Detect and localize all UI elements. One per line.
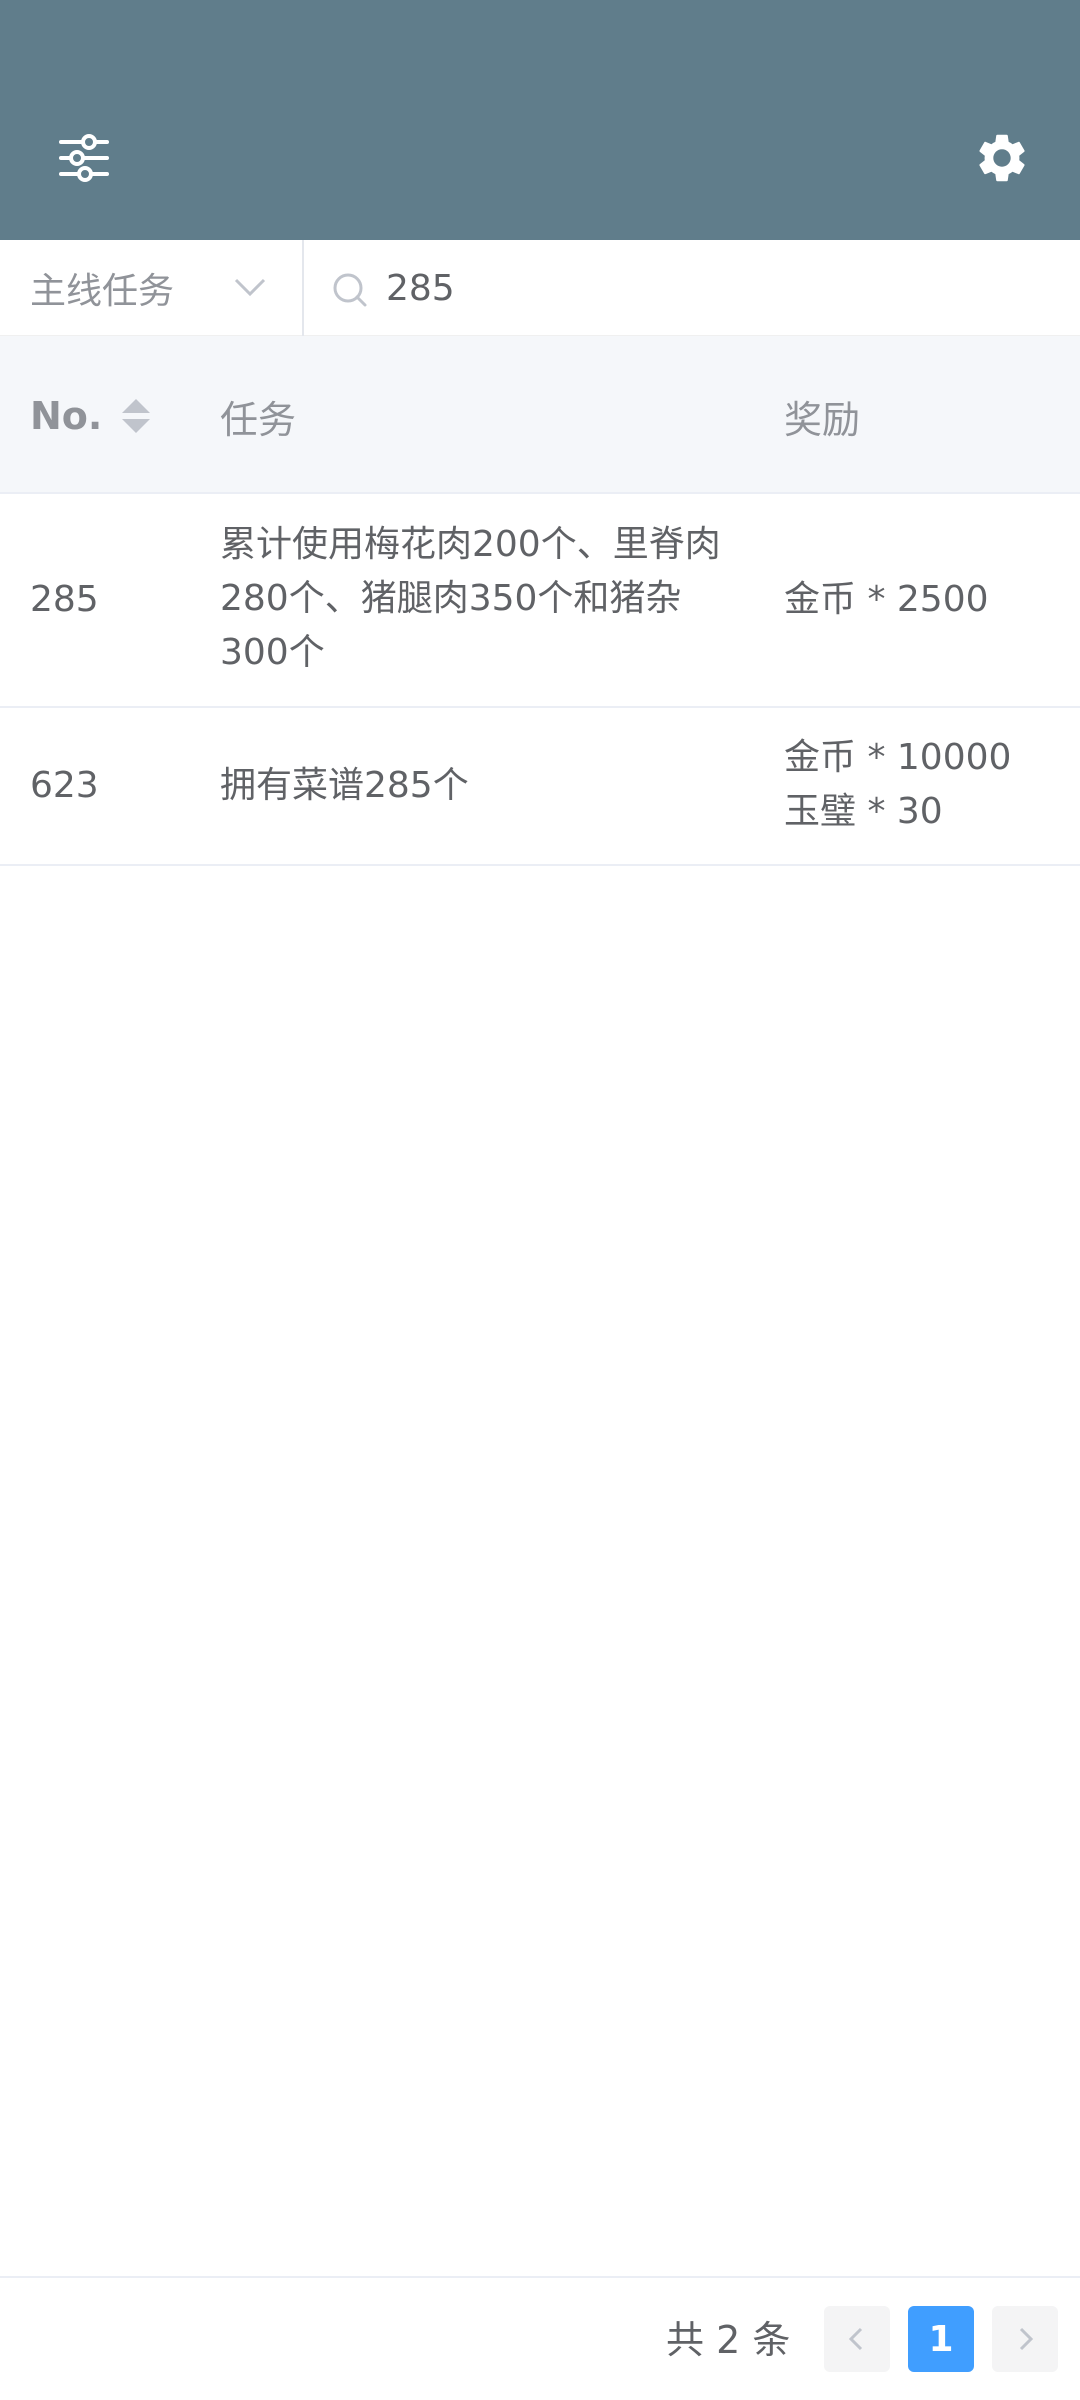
search-icon — [333, 273, 367, 307]
chevron-right-icon — [1019, 2327, 1034, 2351]
row-reward: 金币 * 2500 — [784, 579, 989, 620]
column-header-reward: 奖励 — [784, 397, 861, 442]
category-select-value: 主线任务 — [30, 271, 175, 312]
gear-icon — [979, 134, 1025, 182]
category-select[interactable]: 主线任务 — [0, 240, 304, 336]
search-input[interactable] — [386, 260, 1046, 316]
row-reward-line-1: 金币 * 10000 — [784, 737, 1012, 778]
table-header: No. 任务 奖励 — [0, 336, 1080, 494]
chevron-down-icon — [234, 278, 266, 297]
next-page-button[interactable] — [992, 2306, 1058, 2372]
prev-page-button[interactable] — [824, 2306, 890, 2372]
row-no: 285 — [30, 579, 99, 620]
page-number-button[interactable]: 1 — [908, 2306, 974, 2372]
pagination-bar: 共 2 条 1 — [0, 2276, 1080, 2400]
filter-bar: 主线任务 — [0, 240, 1080, 336]
sliders-icon — [59, 134, 109, 182]
settings-button[interactable] — [962, 118, 1042, 198]
app-header — [0, 0, 1080, 240]
column-header-no-label: No. — [30, 394, 103, 438]
row-task: 累计使用梅花肉200个、里脊肉280个、猪腿肉350个和猪杂300个 — [220, 524, 721, 673]
row-reward-line-2: 玉璧 * 30 — [784, 791, 943, 832]
filter-settings-button[interactable] — [44, 118, 124, 198]
sort-icon — [122, 399, 151, 433]
column-header-task: 任务 — [220, 397, 297, 442]
chevron-left-icon — [848, 2327, 863, 2351]
total-count: 共 2 条 — [666, 2318, 791, 2362]
row-task: 拥有菜谱285个 — [220, 765, 469, 806]
row-no: 623 — [30, 765, 99, 806]
column-header-no[interactable]: No. — [30, 386, 152, 446]
table-row[interactable]: 623 拥有菜谱285个 金币 * 10000 玉璧 * 30 — [0, 708, 1080, 866]
search-box — [306, 240, 1080, 336]
table-row[interactable]: 285 累计使用梅花肉200个、里脊肉280个、猪腿肉350个和猪杂300个 金… — [0, 494, 1080, 708]
